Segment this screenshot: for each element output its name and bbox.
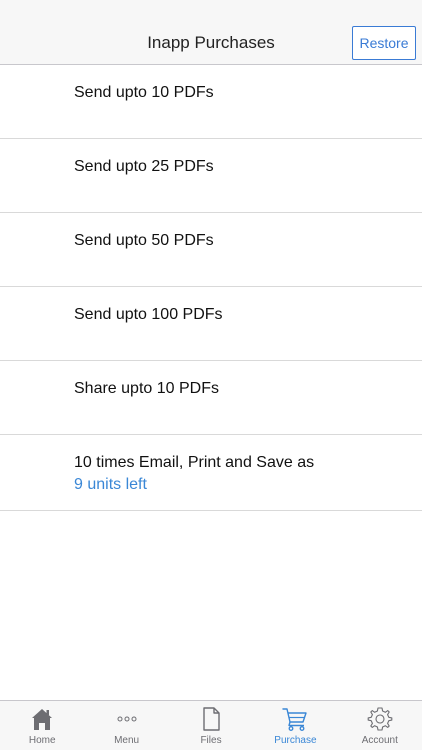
cart-icon (282, 708, 308, 731)
gear-icon (367, 707, 393, 731)
tab-menu[interactable]: Menu (84, 701, 168, 750)
file-icon (203, 707, 220, 731)
tab-bar: Home Menu Files Purchase Account (0, 700, 422, 750)
tab-label: Files (200, 735, 222, 746)
restore-button[interactable]: Restore (352, 26, 416, 60)
tab-label: Purchase (274, 735, 317, 746)
tab-label: Account (361, 735, 398, 746)
list-item-title: 10 times Email, Print and Save as (74, 454, 315, 471)
purchase-screen: Inapp Purchases Restore Send upto 10 PDF… (0, 0, 422, 750)
tab-label: Menu (114, 735, 140, 746)
list-item-title: Send upto 100 PDFs (74, 306, 223, 323)
navigation-bar: Inapp Purchases Restore (0, 0, 422, 65)
list-item-share-10-pdfs[interactable]: Share upto 10 PDFs (0, 361, 422, 435)
tab-files[interactable]: Files (169, 701, 253, 750)
list-item-send-100-pdfs[interactable]: Send upto 100 PDFs (0, 287, 422, 361)
list-item-title: Send upto 10 PDFs (74, 84, 214, 101)
list-item-send-25-pdfs[interactable]: Send upto 25 PDFs (0, 139, 422, 213)
list-item-send-10-pdfs[interactable]: Send upto 10 PDFs (0, 65, 422, 139)
list-item-title: Share upto 10 PDFs (74, 380, 219, 397)
tab-label: Home (28, 735, 56, 746)
list-item-title: Send upto 50 PDFs (74, 232, 214, 249)
tab-purchase[interactable]: Purchase (253, 701, 337, 750)
list-item-send-50-pdfs[interactable]: Send upto 50 PDFs (0, 213, 422, 287)
more-dots-icon (117, 716, 137, 722)
tab-account[interactable]: Account (338, 701, 422, 750)
home-icon (32, 709, 53, 730)
list-item-email-print-save[interactable]: 10 times Email, Print and Save as 9 unit… (0, 435, 422, 511)
purchase-list: Send upto 10 PDFs Send upto 25 PDFs Send… (0, 65, 422, 511)
list-item-title: Send upto 25 PDFs (74, 158, 214, 175)
tab-home[interactable]: Home (0, 701, 84, 750)
units-left-label: 9 units left (74, 476, 147, 493)
